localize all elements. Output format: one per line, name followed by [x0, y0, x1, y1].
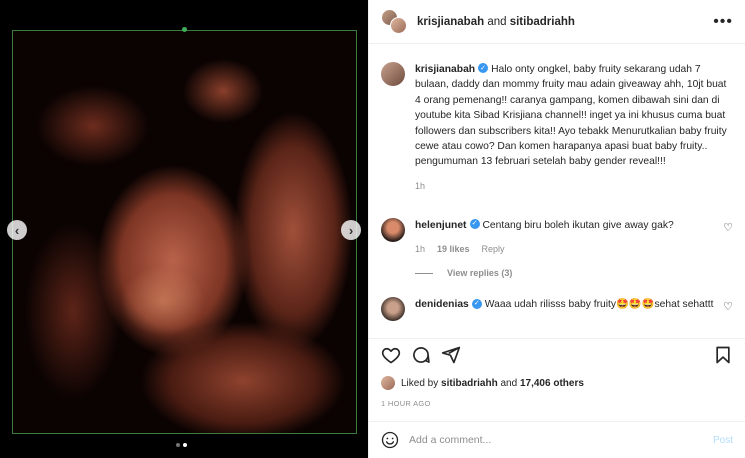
caption-text: Halo onty ongkel, baby fruity sekarang u…: [415, 64, 727, 168]
avatar[interactable]: [381, 217, 405, 242]
frame-marker: [182, 27, 187, 32]
chevron-right-icon: ›: [348, 222, 354, 238]
carousel-prev-button[interactable]: ‹: [7, 220, 27, 240]
liked-by: Liked by sitibadriahh and 17,406 others: [381, 376, 733, 390]
emoji-icon[interactable]: [381, 431, 399, 449]
comment-heart-icon[interactable]: ♡: [723, 300, 733, 321]
comment-heart-icon[interactable]: ♡: [723, 221, 733, 254]
avatar[interactable]: [381, 297, 405, 322]
comment-item: denidenias ✓ Waaa udah rilisss baby fruity…: [369, 297, 745, 322]
comment-likes[interactable]: 19 likes: [437, 244, 470, 254]
caption-username[interactable]: krisjianabah: [415, 64, 475, 75]
comment-text: Waaa udah rilisss baby fruity🤩🤩🤩sehat se…: [484, 299, 714, 311]
caption-time: 1h: [415, 180, 426, 191]
more-options-icon[interactable]: •••: [713, 13, 733, 31]
liked-by-others[interactable]: 17,406 others: [520, 378, 584, 389]
post-authors: krisjianabah and sitibadriahh: [417, 16, 713, 28]
comment-time: 1h: [415, 244, 426, 255]
verified-badge-icon: ✓: [478, 63, 489, 74]
comment-username[interactable]: denidenias: [415, 299, 469, 310]
liked-by-user[interactable]: sitibadriahh: [441, 378, 498, 389]
verified-badge-icon: ✓: [469, 219, 480, 230]
post-sidebar: krisjianabah and sitibadriahh ••• krisji…: [368, 0, 745, 458]
comment-username[interactable]: helenjunet: [415, 220, 467, 231]
avatar: [390, 16, 407, 34]
comment-text: Centang biru boleh ikutan give away gak?: [482, 219, 674, 231]
avatar: [381, 376, 395, 390]
authors-joiner: and: [487, 15, 507, 28]
add-comment-bar: Post: [369, 421, 745, 458]
carousel-next-button[interactable]: ›: [341, 220, 361, 240]
divider-line: [415, 272, 433, 274]
reply-button[interactable]: Reply: [482, 244, 505, 254]
heart-icon[interactable]: [381, 345, 401, 365]
comment-icon[interactable]: [411, 345, 431, 365]
author-link[interactable]: krisjianabah: [417, 16, 484, 28]
chevron-left-icon: ‹: [14, 222, 20, 238]
post-timestamp: 1 HOUR AGO: [381, 399, 431, 408]
caption: krisjianabah ✓ Halo onty ongkel, baby frui…: [369, 62, 745, 191]
carousel-dot-active: [183, 443, 187, 447]
media-panel: ‹ ›: [0, 0, 368, 458]
carousel-dot: [176, 443, 180, 447]
instagram-post: ‹ › krisjianabah and sitibadriahh ••• kr…: [0, 0, 745, 458]
caption-meta: 1h: [415, 181, 733, 191]
post-header: krisjianabah and sitibadriahh •••: [369, 0, 745, 44]
comment-input[interactable]: [409, 434, 713, 446]
ultrasound-image: [12, 30, 357, 434]
share-icon[interactable]: [441, 345, 461, 365]
post-actions: Liked by sitibadriahh and 17,406 others …: [369, 338, 745, 408]
comment-item: helenjunet ✓ Centang biru boleh ikutan giv…: [369, 217, 745, 254]
view-replies-label: View replies (3): [447, 268, 513, 279]
avatar[interactable]: [381, 62, 405, 86]
author-link[interactable]: sitibadriahh: [510, 16, 575, 28]
carousel-indicator: [176, 443, 187, 447]
post-button[interactable]: Post: [713, 435, 733, 446]
comment-meta: 1h 19 likes Reply: [415, 244, 715, 254]
liked-by-prefix: Liked by: [401, 377, 439, 389]
bookmark-icon[interactable]: [713, 345, 733, 365]
view-replies-button[interactable]: View replies (3): [369, 268, 745, 278]
verified-badge-icon: ✓: [471, 298, 482, 309]
collab-avatars[interactable]: [381, 8, 407, 35]
liked-by-joiner: and: [500, 377, 518, 389]
comments-section: krisjianabah ✓ Halo onty ongkel, baby frui…: [369, 45, 745, 338]
